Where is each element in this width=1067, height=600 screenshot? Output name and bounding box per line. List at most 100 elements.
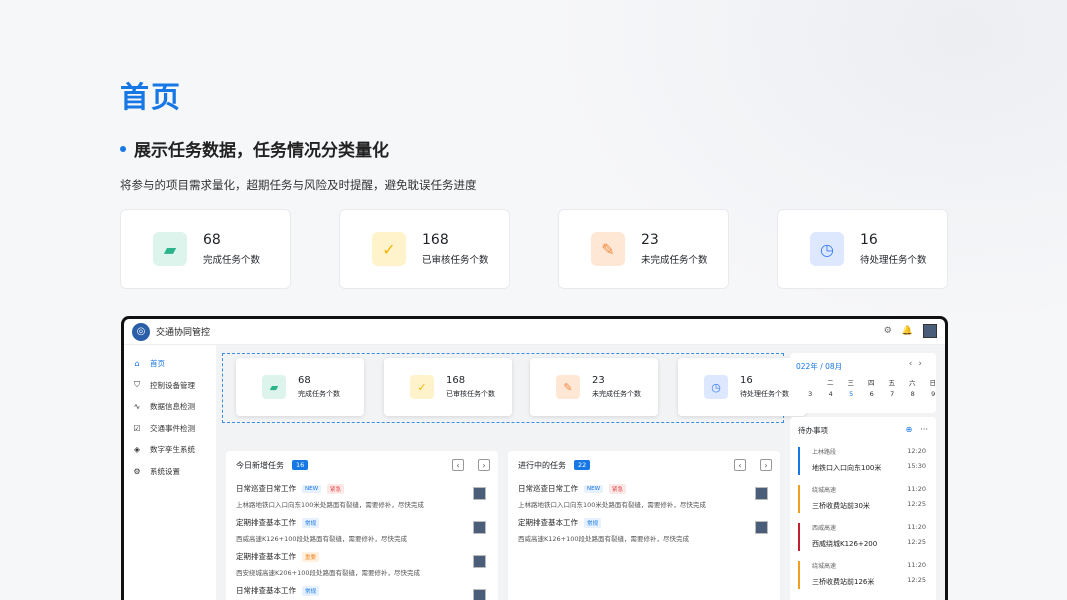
next-button[interactable]: › [478,459,490,471]
document-edit-icon: ✎ [591,232,625,266]
task-tag: 常规 [584,517,602,528]
calendar-title: 022年 / 08月 [796,362,843,371]
todo-actions: ⊕ ··· [906,425,928,434]
sidebar-item[interactable]: ☑ 交通事件检测 [124,418,216,440]
document-clock-icon: ◷ [810,232,844,266]
stat-label: 完成任务个数 [298,390,340,398]
stat-value: 68 [298,375,311,386]
task-title: 日常巡查日常工作 [236,484,296,493]
panel-header: 今日新增任务 16 ‹ › [226,451,498,479]
sidebar-item[interactable]: ◈ 数字孪生系统 [124,439,216,461]
todo-status-bar [798,561,800,589]
calendar-day[interactable]: 6 [862,390,883,398]
task-tag: 紧急 [327,483,345,494]
add-icon[interactable]: ⊕ [906,425,913,434]
user-avatar[interactable] [923,324,937,338]
calendar-day[interactable]: 8 [903,390,924,398]
assignee-avatar [473,589,486,600]
stat-value: 168 [422,232,449,248]
task-item[interactable]: 日常排查基本工作常规 西威高速K126+100段处路面有裂缝，需要修补，尽快完成 [226,581,498,600]
sidebar-item[interactable]: ∿ 数据信息检测 [124,396,216,418]
calendar-day[interactable]: 3 [800,390,821,398]
assignee-avatar [755,487,768,500]
task-title-row: 定期排查基本工作 常规 [518,513,770,528]
check-square-icon: ☑ [133,423,141,433]
task-description: 西威高速K126+100段处路面有裂缝，需要修补，尽快完成 [518,535,690,543]
calendar-nav[interactable]: ‹› [909,359,928,369]
stat-value: 23 [641,232,659,248]
task-description: 上林路地铁口入口向东100米处路面有裂缝，需要修补，尽快完成 [236,501,424,509]
task-item[interactable]: 定期排查基本工作 常规 西威高速K126+100段处路面有裂缝，需要修补，尽快完成 [508,513,780,547]
task-tag: 紧急 [609,483,627,494]
task-title: 日常排查基本工作 [236,586,296,595]
sidebar-item-label: 首页 [150,359,165,369]
calendar-day[interactable]: 7 [882,390,903,398]
stat-label: 完成任务个数 [203,255,261,266]
task-item[interactable]: 定期排查基本工作 重要 西安绕城高速K206+100段处路面有裂缝，需要修补，尽快… [226,547,498,581]
app-window: ◎ 交通协同管控 ⚙ 🔔 ⌂ 首页 ⛉ 控制设备管理 ∿ 数据信息检测 ☑ 交通事件检… [121,316,948,600]
todo-start-time: 12:20 [907,447,926,455]
sidebar-item-label: 数据信息检测 [150,402,195,412]
panel-title: 进行中的任务 [518,460,566,470]
calendar-weekday: 五 [888,379,896,387]
task-description: 上林路地铁口入口向东100米处路面有裂缝，需要修补，尽快完成 [518,501,706,509]
todo-item[interactable]: 上林路段 地铁口入口向东100米 12:20 15:30 [798,443,936,481]
task-item[interactable]: 日常巡查日常工作 NEW 紧急 上林路地铁口入口向东100米处路面有裂缝，需要修补，… [226,479,498,513]
calendar-weekday: 三 [847,379,855,387]
clipboard-check-icon: ✓ [410,375,434,399]
todo-status-bar [798,485,800,513]
calendar-day[interactable]: 9 [923,390,944,398]
section-title-text: 展示任务数据，任务情况分类量化 [134,141,389,161]
clipboard-check-icon: ✓ [372,232,406,266]
task-title-row: 日常巡查日常工作 NEW 紧急 [236,479,488,494]
cube-icon: ◈ [133,445,141,455]
sidebar-item[interactable]: ⛉ 控制设备管理 [124,375,216,397]
sidebar-item-label: 交通事件检测 [150,423,195,433]
sidebar: ⌂ 首页 ⛉ 控制设备管理 ∿ 数据信息检测 ☑ 交通事件检测 ◈ 数字孪生系统 ⚙ 系统… [124,345,216,600]
sidebar-item[interactable]: ⚙ 系统设置 [124,461,216,483]
calendar-panel: 022年 / 08月 ‹› 二三四五六日 3456789 [790,353,936,413]
todo-end-time: 15:30 [907,462,926,470]
stat-value: 16 [860,232,878,248]
settings-icon[interactable]: ⚙ [884,326,892,336]
sidebar-item-label: 控制设备管理 [150,380,195,390]
panel-header: 进行中的任务 22 ‹ › [508,451,780,479]
todo-item[interactable]: 西威高速 西威绕城K126+200 11:20 12:25 [798,519,936,557]
task-title: 日常巡查日常工作 [518,484,578,493]
stat-label: 未完成任务个数 [641,255,708,266]
assignee-avatar [755,521,768,534]
app-header: ◎ 交通协同管控 ⚙ 🔔 [124,319,945,345]
todo-item[interactable]: 绕城高速 三桥收费站前126米 11:20 12:25 [798,557,936,595]
stat-label: 未完成任务个数 [592,390,641,398]
todo-title: 待办事项 [798,425,828,435]
mini-stat-card: ▰ 68 完成任务个数 [236,358,364,416]
stat-value: 16 [740,375,753,386]
task-title-row: 定期排查基本工作 重要 [236,547,488,562]
todo-item[interactable]: 绕城高速 三桥收费站前30米 11:20 12:25 [798,481,936,519]
next-button[interactable]: › [760,459,772,471]
todo-status-bar [798,523,800,551]
wave-icon: ∿ [133,402,141,412]
calendar-day[interactable]: 4 [821,390,842,398]
more-icon[interactable]: ··· [920,425,928,434]
prev-button[interactable]: ‹ [734,459,746,471]
device-icon: ⛉ [134,380,140,390]
task-item[interactable]: 定期排查基本工作 常规 西威高速K126+100段处路面有裂缝，需要修补，尽快完成 [226,513,498,547]
sidebar-item[interactable]: ⌂ 首页 [124,353,216,375]
task-title-row: 日常巡查日常工作 NEW 紧急 [518,479,770,494]
prev-button[interactable]: ‹ [452,459,464,471]
stat-card: ✎ 23 未完成任务个数 [558,209,729,289]
bell-icon[interactable]: 🔔 [902,326,913,336]
page-title: 首页 [120,80,183,114]
todo-status-bar [798,447,800,475]
stat-value: 168 [446,375,466,386]
task-title: 定期排查基本工作 [236,552,296,561]
stat-value: 23 [592,375,605,386]
task-item[interactable]: 日常巡查日常工作 NEW 紧急 上林路地铁口入口向东100米处路面有裂缝，需要修补，… [508,479,780,513]
page-description: 将参与的项目需求量化，超期任务与风险及时提醒，避免耽误任务进度 [120,178,477,192]
calendar-day[interactable]: 5 [841,390,862,398]
app-logo-icon: ◎ [132,322,150,341]
sidebar-item-label: 数字孪生系统 [150,445,195,455]
folder-icon: ▰ [153,232,187,266]
stat-card: ✓ 168 已审核任务个数 [339,209,510,289]
